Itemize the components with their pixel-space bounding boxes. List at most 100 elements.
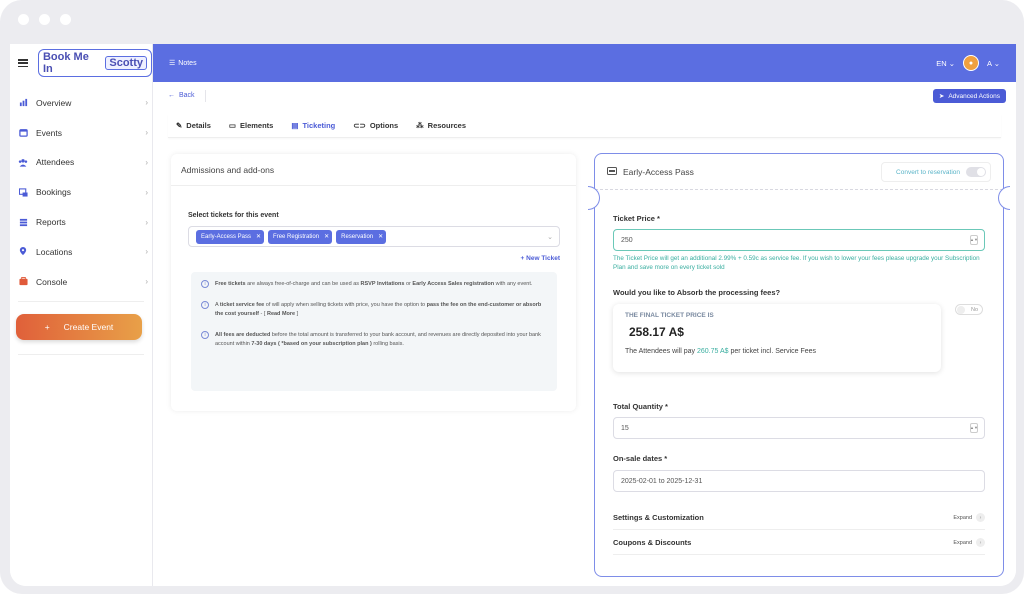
- sidebar-item-overview[interactable]: Overview ›: [10, 88, 152, 118]
- language-selector[interactable]: EN ⌄: [936, 59, 955, 68]
- ticket-tag[interactable]: Early-Access Pass ✕: [196, 229, 265, 244]
- browser-frame: Book Me In Scotty Overview › Events › At…: [0, 0, 1024, 594]
- stepper-icon[interactable]: ▲▼: [970, 423, 978, 433]
- info-text: A ticket service fee of will apply when …: [215, 302, 542, 317]
- location-icon: [18, 247, 28, 257]
- logo[interactable]: Book Me In Scotty: [37, 49, 152, 77]
- stepper-icon[interactable]: ▲▼: [970, 235, 978, 245]
- avatar[interactable]: ●: [963, 55, 980, 71]
- settings-customization-row[interactable]: Settings & Customization Expand ›: [613, 506, 985, 530]
- info-icon: i: [201, 331, 209, 339]
- info-box: i Free tickets are always free-of-charge…: [191, 272, 557, 391]
- chevron-right-icon: ›: [145, 187, 148, 197]
- chevron-down-icon[interactable]: ⌄: [547, 233, 553, 241]
- select-tickets-label: Select tickets for this event: [188, 212, 279, 219]
- on-sale-dates-input[interactable]: 2025-02-01 to 2025-12-31: [613, 470, 985, 492]
- tab-options[interactable]: ⊂⊃ Options: [353, 121, 398, 130]
- coupons-discounts-row[interactable]: Coupons & Discounts Expand ›: [613, 531, 985, 555]
- expand-button[interactable]: Expand ›: [953, 513, 985, 522]
- convert-to-reservation-toggle[interactable]: Convert to reservation: [881, 162, 991, 182]
- on-sale-dates-value: 2025-02-01 to 2025-12-31: [621, 477, 703, 485]
- total-quantity-label: Total Quantity *: [613, 402, 668, 411]
- fee-note: The Ticket Price will get an additional …: [613, 255, 980, 271]
- ticket-card: Early-Access Pass Convert to reservation…: [588, 153, 1010, 577]
- info-icon: i: [201, 280, 209, 288]
- sidebar-item-label: Overview: [36, 97, 72, 108]
- tab-resources[interactable]: ⁂ Resources: [416, 121, 466, 130]
- ticket-price-label: Ticket Price *: [613, 214, 660, 223]
- close-icon[interactable]: ✕: [256, 233, 261, 240]
- info-text: Free tickets are always free-of-charge a…: [215, 281, 533, 287]
- sidebar-item-locations[interactable]: Locations ›: [10, 237, 152, 267]
- calendar-icon: [18, 128, 28, 138]
- tab-label: Ticketing: [302, 121, 336, 130]
- back-link[interactable]: ← Back: [168, 92, 195, 99]
- close-icon[interactable]: ✕: [378, 233, 383, 240]
- sidebar-item-bookings[interactable]: Bookings ›: [10, 177, 152, 207]
- resources-icon: ⁂: [416, 121, 424, 130]
- sidebar-item-events[interactable]: Events ›: [10, 118, 152, 148]
- reports-icon: [18, 217, 28, 227]
- absorb-fees-toggle[interactable]: No: [955, 304, 983, 315]
- window-controls: [18, 14, 71, 25]
- send-icon: ➤: [938, 93, 945, 100]
- divider: [18, 300, 144, 302]
- window-dot[interactable]: [18, 14, 29, 25]
- total-quantity-input[interactable]: 15 ▲▼: [613, 417, 985, 439]
- read-more-link[interactable]: Read More: [267, 311, 295, 317]
- window-dot[interactable]: [60, 14, 71, 25]
- ticket-multiselect[interactable]: Early-Access Pass ✕ Free Registration ✕ Re…: [188, 226, 560, 247]
- menu-icon[interactable]: [18, 59, 28, 67]
- tab-label: Details: [186, 121, 211, 130]
- admissions-title: Admissions and add-ons: [171, 154, 576, 186]
- chevron-right-icon: ›: [145, 247, 148, 257]
- tab-elements[interactable]: ▭ Elements: [229, 121, 273, 130]
- sidebar-item-console[interactable]: Console ›: [10, 267, 152, 297]
- sidebar-item-reports[interactable]: Reports ›: [10, 207, 152, 237]
- chevron-right-icon: ›: [145, 128, 148, 138]
- tab-bar: ✎ Details ▭ Elements ▤ Ticketing ⊂⊃ Options …: [168, 114, 1001, 138]
- tab-ticketing[interactable]: ▤ Ticketing: [291, 121, 335, 130]
- pencil-icon: ✎: [176, 121, 183, 130]
- convert-label: Convert to reservation: [896, 168, 960, 176]
- ticket-tag[interactable]: Free Registration ✕: [268, 229, 333, 244]
- ticket-tag[interactable]: Reservation ✕: [336, 229, 387, 244]
- ticket-price-input[interactable]: 250 ▲▼: [613, 229, 985, 251]
- bookings-icon: [18, 187, 28, 197]
- ticket-notch: [998, 186, 1010, 210]
- sidebar-item-attendees[interactable]: Attendees ›: [10, 148, 152, 178]
- app-window: Book Me In Scotty Overview › Events › At…: [10, 44, 1016, 586]
- topbar-right: EN ⌄ ● A ⌄: [936, 55, 1000, 71]
- sidebar: Book Me In Scotty Overview › Events › At…: [10, 44, 153, 586]
- sidebar-nav: Overview › Events › Attendees › Bookings…: [10, 88, 152, 297]
- tab-label: Resources: [427, 121, 467, 130]
- window-dot[interactable]: [39, 14, 50, 25]
- advanced-actions-button[interactable]: ➤ Advanced Actions: [932, 89, 1006, 103]
- ticket-price-value: 250: [621, 236, 633, 244]
- create-event-button[interactable]: + Create Event: [16, 313, 142, 340]
- ticket-name: Early-Access Pass: [623, 166, 694, 177]
- tab-details[interactable]: ✎ Details: [176, 121, 211, 130]
- chevron-down-icon: ⌄: [948, 58, 956, 68]
- absorb-fees-label: Would you like to Absorb the processing …: [613, 288, 781, 297]
- user-menu[interactable]: A ⌄: [987, 59, 1000, 68]
- close-icon[interactable]: ✕: [324, 233, 329, 240]
- toggle-switch[interactable]: [966, 167, 986, 177]
- info-free-tickets: i Free tickets are always free-of-charge…: [201, 280, 547, 289]
- info-service-fee: i A ticket service fee of will apply whe…: [201, 301, 547, 319]
- info-icon: i: [201, 301, 209, 309]
- advanced-actions-label: Advanced Actions: [948, 92, 1000, 100]
- create-event-label: Create Event: [63, 321, 114, 332]
- notes-button[interactable]: ☰ Notes: [169, 59, 197, 68]
- box-icon: ▭: [228, 121, 236, 130]
- new-ticket-link[interactable]: + New Ticket: [521, 255, 560, 262]
- sidebar-item-label: Console: [36, 276, 68, 287]
- sidebar-item-label: Bookings: [36, 187, 71, 198]
- tab-label: Elements: [240, 121, 274, 130]
- divider: [18, 353, 144, 355]
- chevron-right-icon: ›: [976, 538, 985, 547]
- expand-button[interactable]: Expand ›: [953, 538, 985, 547]
- console-icon: [18, 277, 28, 287]
- chevron-down-icon: ⌄: [993, 58, 1000, 68]
- toggle-icon: ⊂⊃: [353, 121, 366, 130]
